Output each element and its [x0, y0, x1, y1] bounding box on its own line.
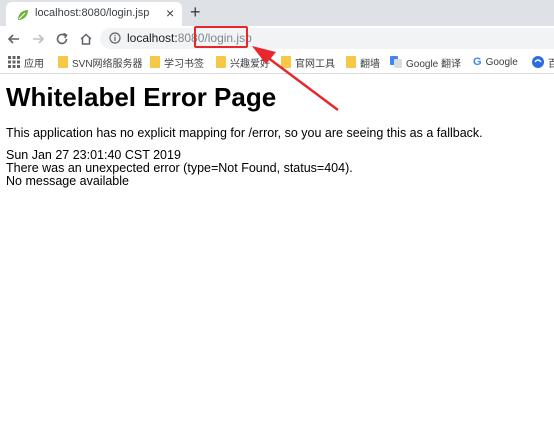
tab-close-icon[interactable]: ×: [166, 5, 174, 21]
toolbar: localhost:8080/login.jsp: [0, 26, 554, 51]
message-text: No message available: [6, 174, 129, 188]
bookmark-label: SVN网络服务器: [72, 58, 143, 70]
bookmark-label: 百: [548, 58, 554, 70]
bookmark-folder[interactable]: 官网工具: [281, 55, 335, 70]
bookmark-folder[interactable]: 翻墙: [346, 55, 380, 70]
bookmark-google[interactable]: G Google: [473, 55, 518, 69]
google-icon: G: [473, 56, 482, 68]
folder-icon: [58, 56, 68, 68]
bookmark-label: 翻墙: [360, 58, 380, 70]
baidu-icon: [532, 56, 544, 68]
reload-icon[interactable]: [54, 31, 70, 47]
bookmark-label: Google 翻译: [406, 58, 462, 70]
bookmarks-bar: 应用 SVN网络服务器 学习书签 兴趣爱好 官网工具 翻墙 Google 翻译 …: [0, 51, 554, 74]
bookmark-apps[interactable]: 应用: [8, 55, 44, 70]
page-title: Whitelabel Error Page: [6, 82, 277, 112]
folder-icon: [150, 56, 160, 68]
spring-leaf-icon: [18, 10, 28, 20]
tab-title: localhost:8080/login.jsp: [35, 7, 150, 19]
bookmark-folder[interactable]: 学习书签: [150, 55, 204, 70]
bookmark-folder[interactable]: SVN网络服务器: [58, 55, 143, 70]
bookmark-baidu[interactable]: 百: [532, 55, 554, 70]
explanation-text: This application has no explicit mapping…: [6, 126, 483, 140]
bookmark-google-translate[interactable]: Google 翻译: [390, 55, 462, 70]
folder-icon: [346, 56, 356, 68]
home-icon[interactable]: [78, 31, 94, 47]
folder-icon: [281, 56, 291, 68]
folder-icon: [216, 56, 226, 68]
forward-arrow-icon[interactable]: [30, 31, 46, 47]
annotation-highlight-box: [194, 26, 248, 48]
tab-strip: localhost:8080/login.jsp × +: [0, 0, 554, 26]
info-icon[interactable]: [109, 32, 121, 44]
bookmark-folder[interactable]: 兴趣爱好: [216, 55, 270, 70]
bookmark-label: 学习书签: [164, 58, 204, 70]
bookmark-label: 应用: [24, 58, 44, 70]
google-translate-icon: [390, 56, 402, 68]
url-host: localhost:: [127, 31, 178, 45]
bookmark-label: 官网工具: [295, 58, 335, 70]
page-content: Whitelabel Error Page This application h…: [6, 80, 554, 188]
bookmark-label: 兴趣爱好: [230, 58, 270, 70]
back-arrow-icon[interactable]: [6, 31, 22, 47]
bookmark-label: Google: [485, 56, 518, 68]
new-tab-button[interactable]: +: [190, 1, 201, 23]
apps-icon: [8, 56, 20, 68]
browser-tab[interactable]: localhost:8080/login.jsp ×: [6, 2, 182, 26]
